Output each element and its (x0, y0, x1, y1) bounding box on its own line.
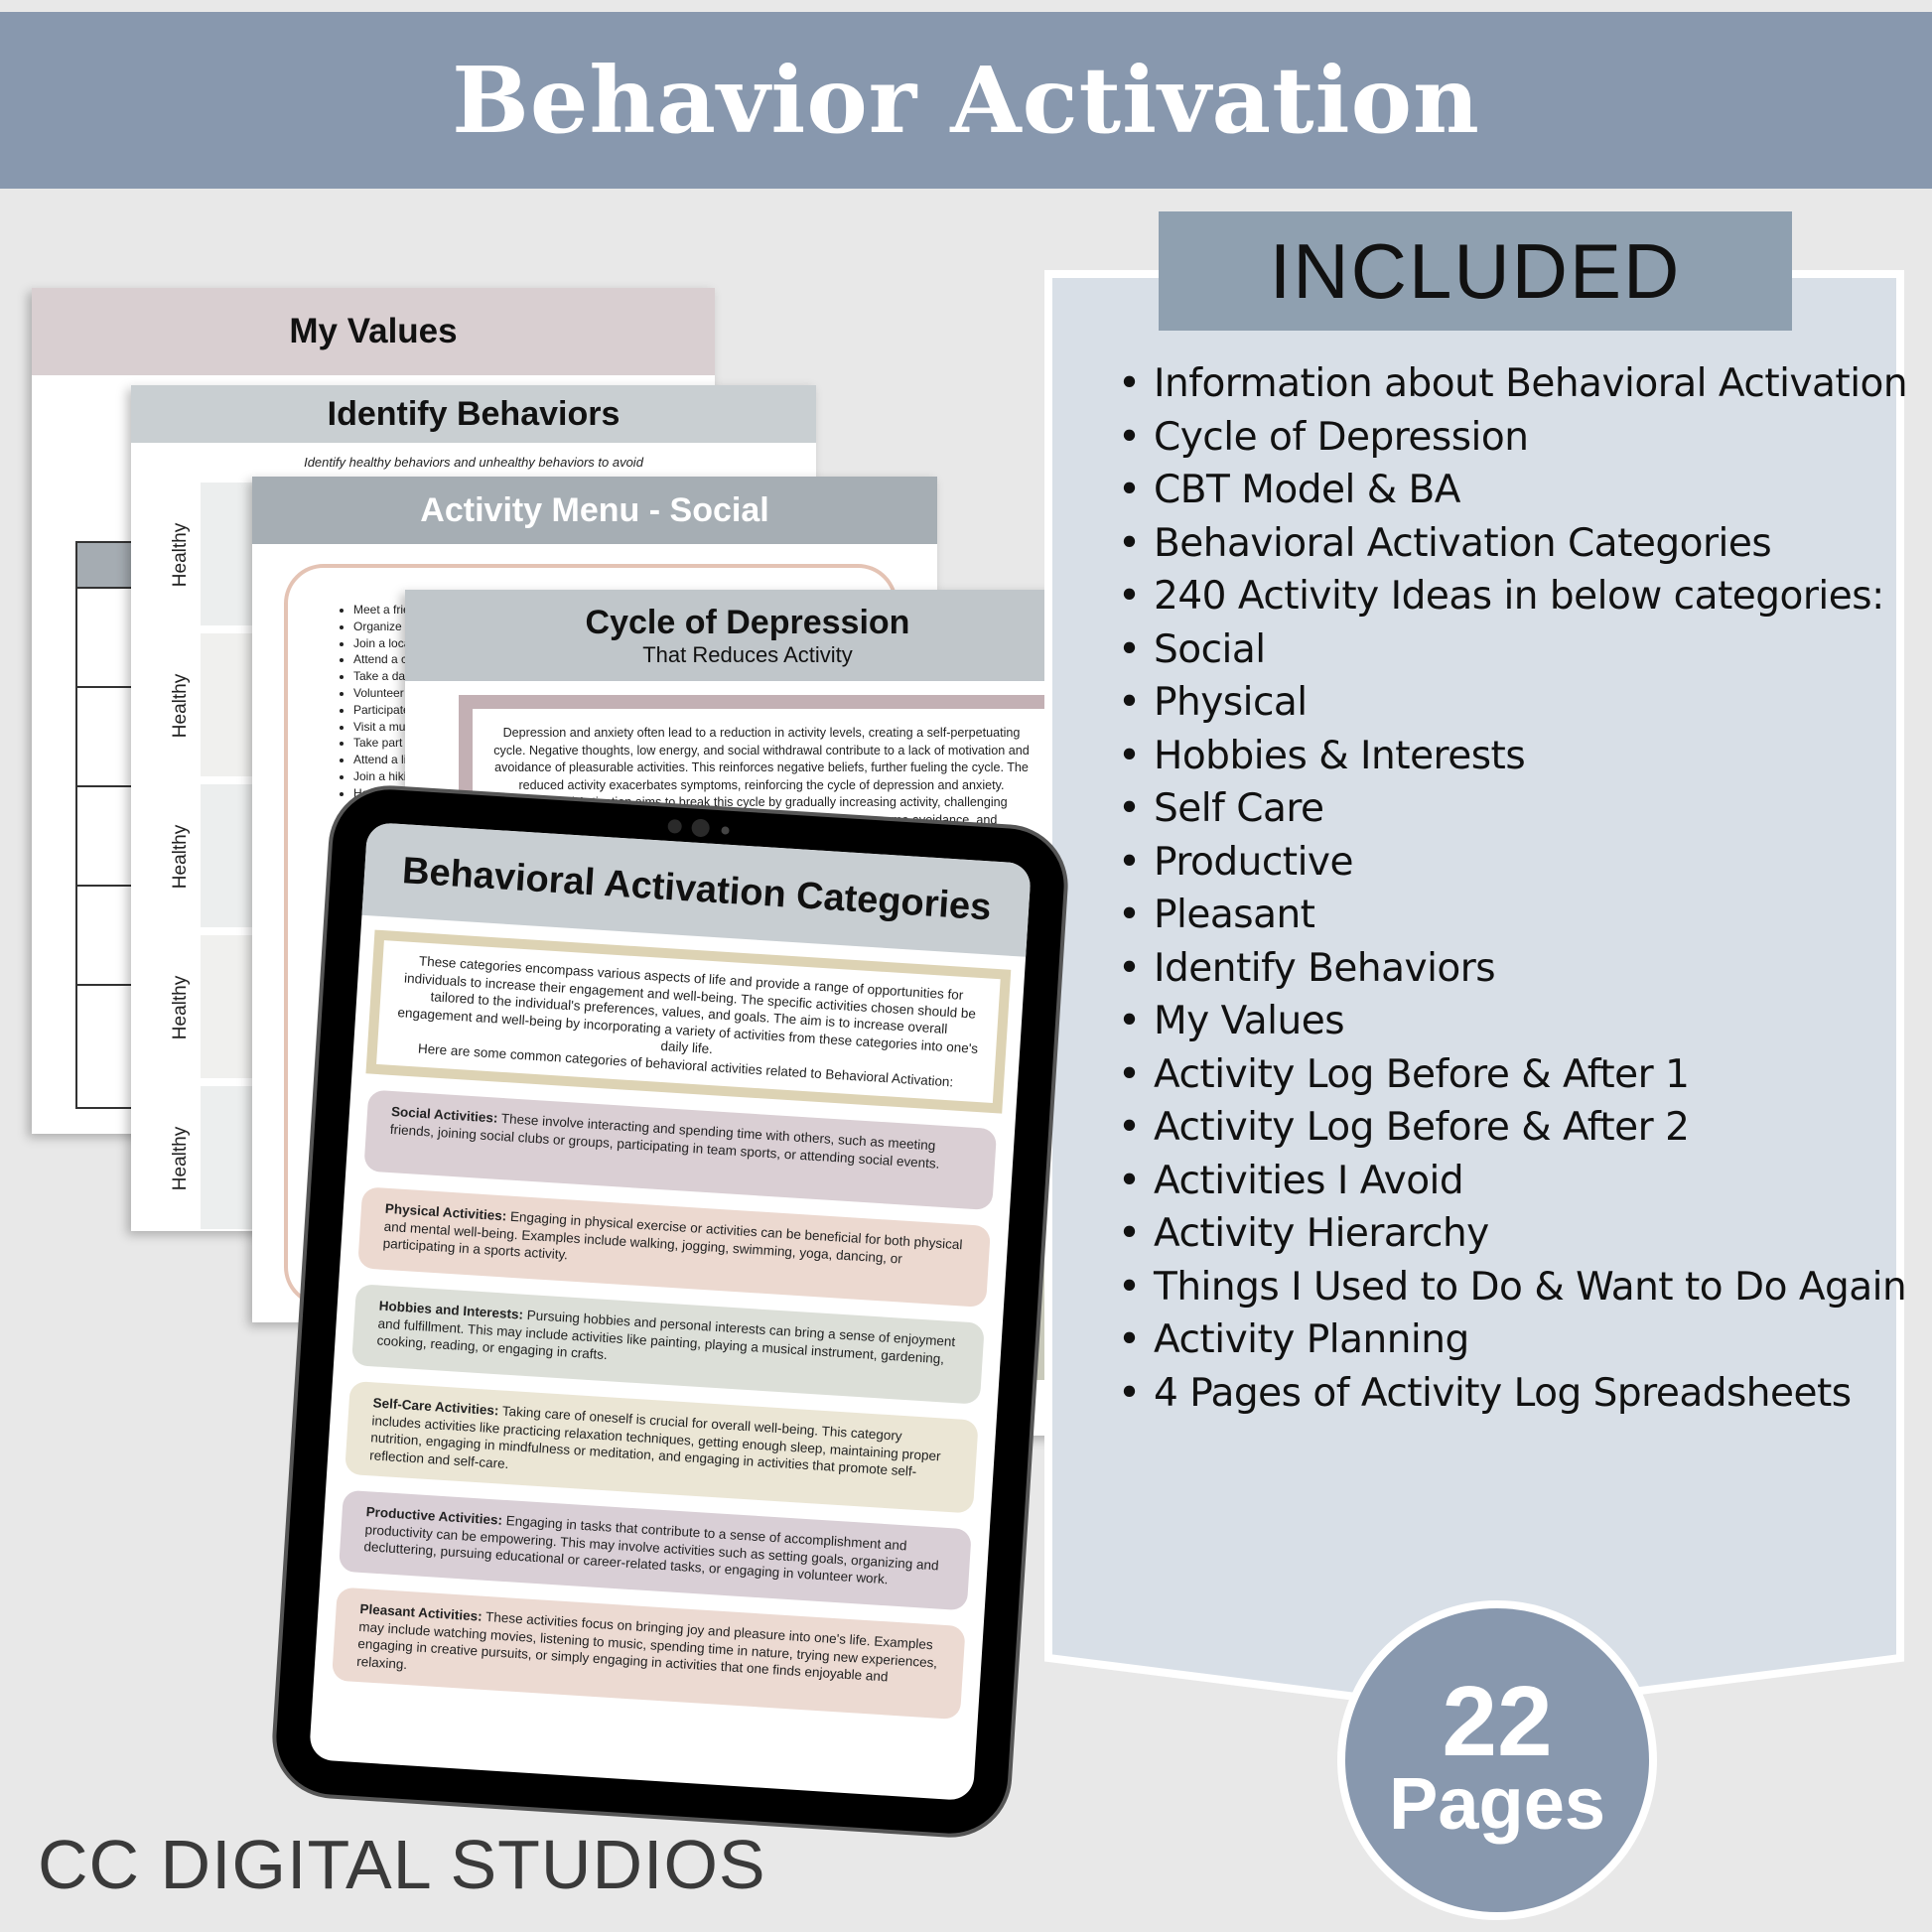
camera-icon (667, 818, 683, 834)
included-item: Identify Behaviors (1118, 942, 1908, 996)
row-label: Healthy (170, 1126, 192, 1191)
included-item: Activities I Avoid (1118, 1155, 1908, 1208)
page-count-badge: 22 Pages (1337, 1600, 1657, 1920)
included-item: Activity Log Before & After 1 (1118, 1048, 1908, 1102)
included-item: 4 Pages of Activity Log Spreadsheets (1118, 1367, 1908, 1421)
included-item: Cycle of Depression (1118, 411, 1908, 465)
intro-text: These categories encompass various aspec… (397, 953, 979, 1057)
sheet-header: Cycle of Depression That Reduces Activit… (405, 590, 1090, 681)
brand-name: CC DIGITAL STUDIOS (38, 1826, 766, 1903)
sheet-subtitle: That Reduces Activity (642, 641, 853, 667)
sheet-subtitle: Identify healthy behaviors and unhealthy… (304, 455, 643, 470)
entry-box (201, 784, 260, 927)
included-item: Physical (1118, 676, 1908, 730)
sheet-header: My Values (32, 288, 715, 375)
category-card: Self-Care Activities: Taking care of one… (345, 1380, 979, 1514)
activity-list: Meet a frieOrganize aJoin a locaAttend a… (338, 602, 414, 802)
included-item: Information about Behavioral Activation (1118, 357, 1908, 411)
entry-box (201, 1086, 260, 1229)
entry-box (201, 483, 260, 625)
sensor-icon (721, 826, 730, 835)
sheet-title: Cycle of Depression (585, 603, 910, 641)
row-label: Healthy (170, 522, 192, 588)
included-item: Self Care (1118, 782, 1908, 836)
page-count-unit: Pages (1388, 1762, 1606, 1845)
sheet-title: Activity Menu - Social (420, 490, 769, 529)
sheet-title: Identify Behaviors (327, 394, 621, 433)
sheet-title: My Values (289, 312, 458, 350)
included-item: Productive (1118, 836, 1908, 890)
included-item: Activity Planning (1118, 1313, 1908, 1367)
included-item: Activity Hierarchy (1118, 1207, 1908, 1261)
included-item: Pleasant (1118, 889, 1908, 942)
row-label: Healthy (170, 975, 192, 1040)
page-count: 22 (1442, 1666, 1553, 1777)
header-banner: Behavior Activation (0, 12, 1932, 189)
category-card: Pleasant Activities: These activities fo… (332, 1587, 966, 1721)
intro-box: These categories encompass various aspec… (365, 929, 1012, 1114)
tablet-screen: Behavioral Activation Categories These c… (308, 821, 1033, 1802)
sheet-header: Activity Menu - Social (252, 477, 937, 544)
sheet-header: Identify Behaviors (131, 385, 816, 443)
included-label: INCLUDED (1159, 211, 1792, 331)
entry-box (201, 633, 260, 776)
included-item: Behavioral Activation Categories (1118, 517, 1908, 571)
row-label: Healthy (170, 824, 192, 890)
included-item: Social (1118, 623, 1908, 677)
entry-box (201, 935, 260, 1078)
included-list: Information about Behavioral ActivationC… (1118, 357, 1908, 1421)
category-list: Social Activities: These involve interac… (314, 1088, 1015, 1721)
included-item: Hobbies & Interests (1118, 730, 1908, 783)
included-item: My Values (1118, 995, 1908, 1048)
camera-icon (691, 818, 711, 838)
included-item: Things I Used to Do & Want to Do Again (1118, 1261, 1908, 1314)
tablet-device: Behavioral Activation Categories These c… (268, 781, 1072, 1842)
included-item: 240 Activity Ideas in below categories: (1118, 570, 1908, 623)
row-label: Healthy (170, 673, 192, 739)
included-item: CBT Model & BA (1118, 464, 1908, 517)
included-item: Activity Log Before & After 2 (1118, 1101, 1908, 1155)
page-title: Behavior Activation (452, 47, 1480, 154)
